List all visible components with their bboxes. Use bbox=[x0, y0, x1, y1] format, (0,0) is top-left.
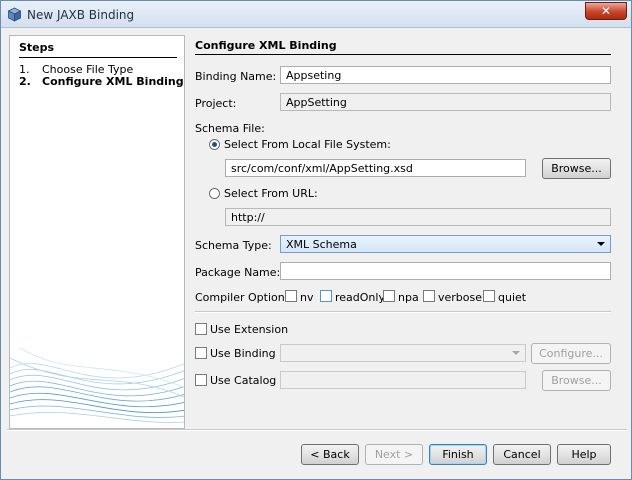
option-quiet-checkbox[interactable] bbox=[483, 290, 495, 302]
configure-button[interactable]: Configure... bbox=[531, 343, 611, 364]
close-button[interactable]: ✕ bbox=[585, 2, 627, 20]
browse-schema-button[interactable]: Browse... bbox=[542, 158, 611, 179]
local-file-label: Select From Local File System: bbox=[224, 138, 391, 151]
option-readonly-label: readOnly bbox=[335, 291, 385, 304]
options-divider bbox=[195, 311, 611, 313]
steps-title: Steps bbox=[19, 41, 55, 54]
chevron-down-icon bbox=[597, 242, 605, 246]
use-binding-file-checkbox[interactable] bbox=[195, 347, 207, 359]
steps-divider bbox=[19, 57, 177, 58]
page-title: Configure XML Binding bbox=[195, 39, 337, 52]
url-label: Select From URL: bbox=[224, 187, 318, 200]
option-verbose-label: verbose bbox=[438, 291, 483, 304]
option-readonly-checkbox[interactable] bbox=[320, 290, 332, 302]
cube-icon bbox=[7, 7, 22, 22]
help-button[interactable]: Help bbox=[557, 444, 611, 465]
title-divider bbox=[195, 54, 611, 55]
cancel-button[interactable]: Cancel bbox=[493, 444, 551, 465]
package-name-label: Package Name: bbox=[195, 266, 281, 279]
schema-type-label: Schema Type: bbox=[195, 239, 272, 252]
option-npa-label: npa bbox=[398, 291, 419, 304]
window-title: New JAXB Binding bbox=[27, 8, 135, 22]
schema-file-label: Schema File: bbox=[195, 122, 265, 135]
step-label: Configure XML Binding bbox=[42, 75, 184, 88]
schema-type-select[interactable]: XML Schema bbox=[280, 235, 611, 253]
title-bar[interactable]: New JAXB Binding ✕ bbox=[1, 1, 631, 28]
step-number: 2. bbox=[19, 75, 31, 88]
url-radio[interactable] bbox=[209, 188, 220, 199]
dialog-window: New JAXB Binding ✕ Steps 1. Choose File T… bbox=[0, 0, 632, 480]
binding-file-select[interactable] bbox=[280, 344, 526, 362]
browse-catalog-button[interactable]: Browse... bbox=[542, 370, 611, 391]
use-catalog-file-checkbox[interactable] bbox=[195, 374, 207, 386]
url-input[interactable]: http:// bbox=[225, 208, 611, 226]
binding-name-label: Binding Name: bbox=[195, 70, 277, 83]
local-file-radio[interactable] bbox=[209, 139, 220, 150]
step-item-configure-xml-binding: 2. Configure XML Binding bbox=[19, 75, 184, 88]
schema-type-value: XML Schema bbox=[286, 238, 357, 251]
compiler-options-label: Compiler Options: bbox=[195, 291, 295, 304]
finish-button[interactable]: Finish bbox=[429, 444, 487, 465]
close-icon: ✕ bbox=[600, 4, 612, 18]
binding-name-input[interactable]: Appseting bbox=[280, 66, 611, 84]
next-button[interactable]: Next > bbox=[365, 444, 423, 465]
option-verbose-checkbox[interactable] bbox=[423, 290, 435, 302]
package-name-input[interactable] bbox=[280, 262, 611, 280]
option-npa-checkbox[interactable] bbox=[383, 290, 395, 302]
catalog-file-input[interactable] bbox=[280, 371, 526, 389]
option-nv-label: nv bbox=[300, 291, 314, 304]
decorative-waves-graphic bbox=[10, 347, 184, 423]
back-button[interactable]: < Back bbox=[301, 444, 359, 465]
use-extension-checkbox[interactable] bbox=[195, 323, 207, 335]
option-quiet-label: quiet bbox=[498, 291, 527, 304]
local-file-path-input[interactable]: src/com/conf/xml/AppSetting.xsd bbox=[225, 159, 526, 177]
project-field: AppSetting bbox=[280, 93, 611, 111]
steps-panel: Steps 1. Choose File Type 2. Configure XML… bbox=[9, 35, 185, 429]
chevron-down-icon bbox=[512, 351, 520, 355]
project-label: Project: bbox=[195, 97, 237, 110]
footer-divider bbox=[7, 429, 627, 431]
use-extension-label: Use Extension bbox=[210, 323, 289, 336]
option-nv-checkbox[interactable] bbox=[285, 290, 297, 302]
